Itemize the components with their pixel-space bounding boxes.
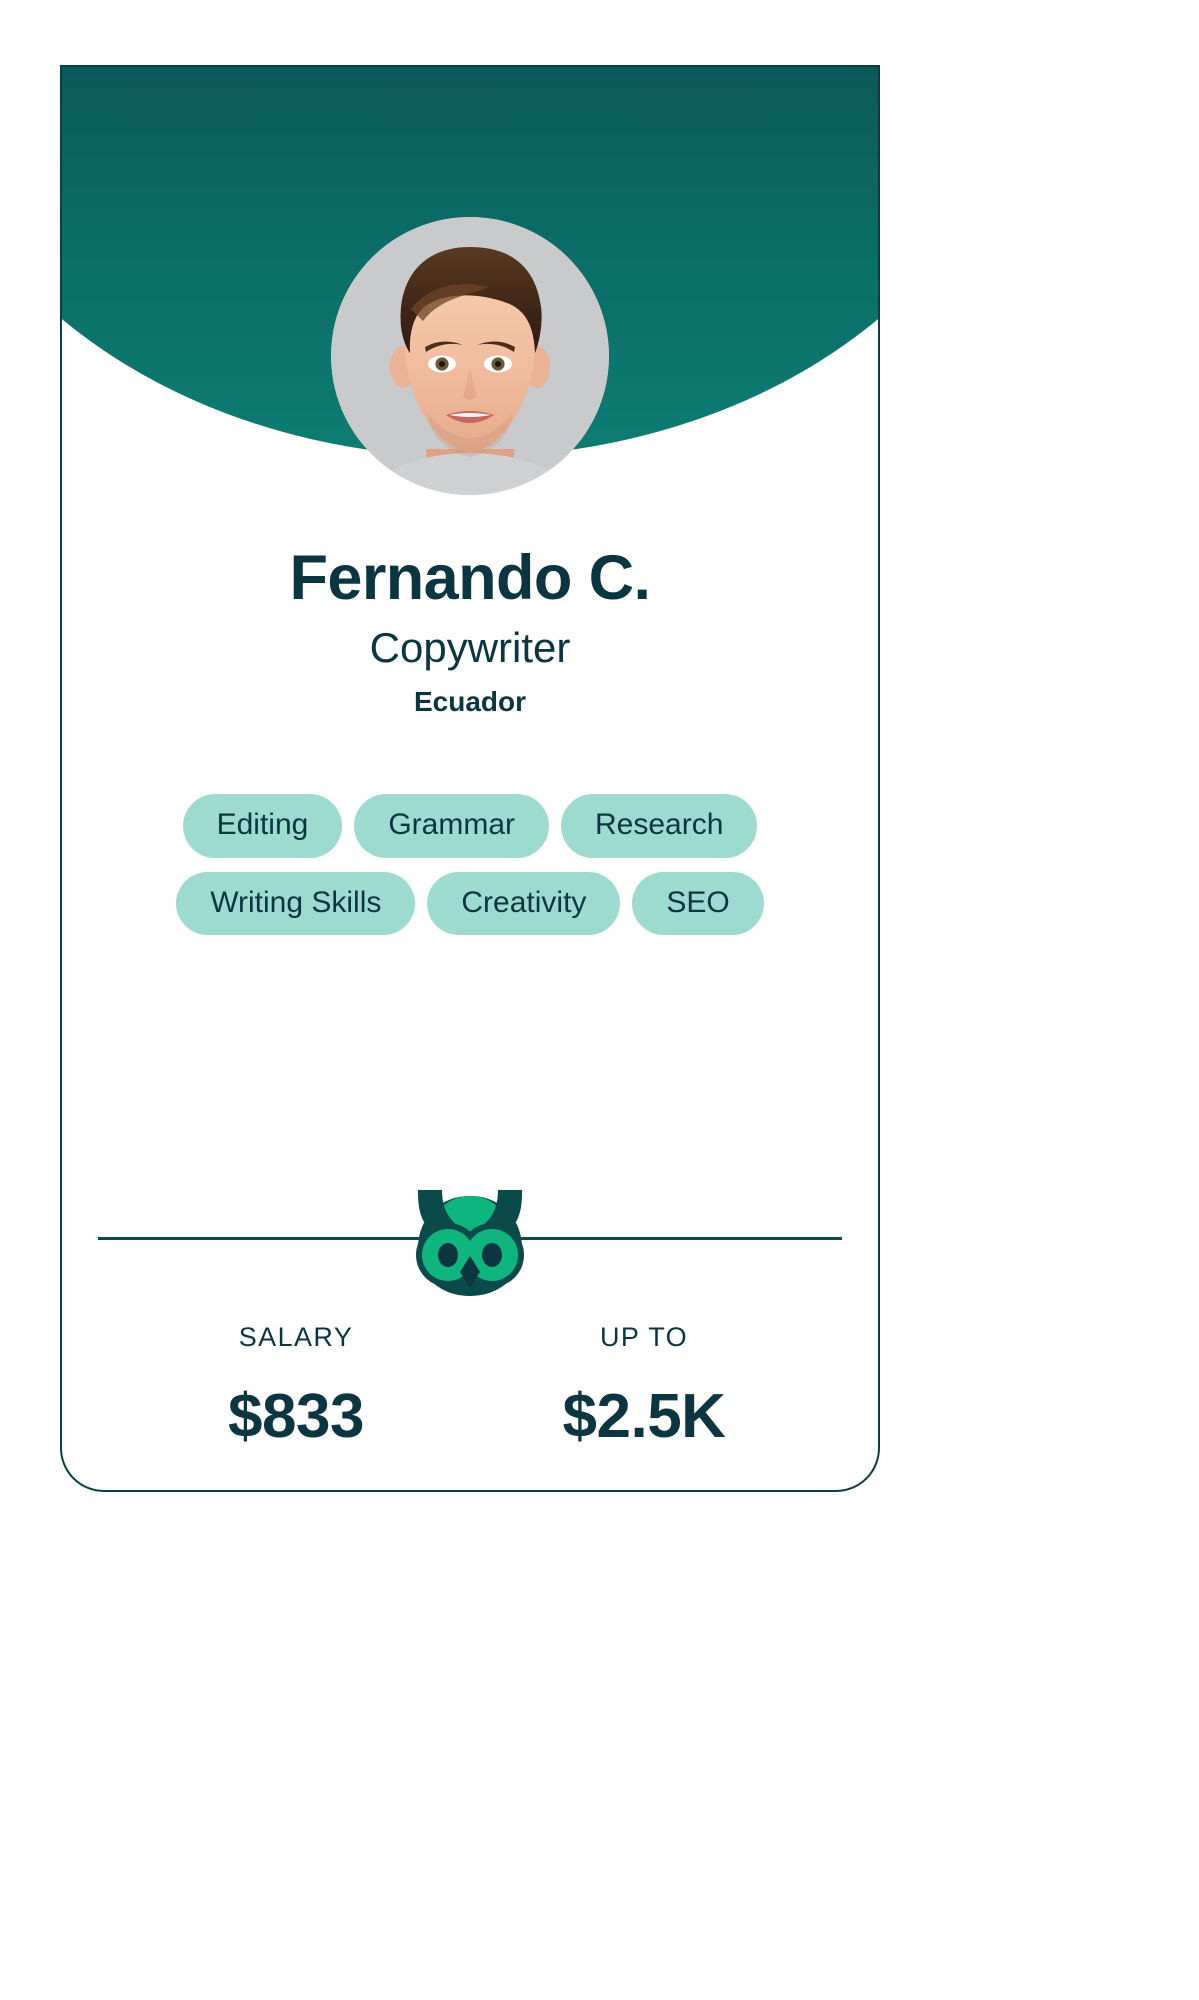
skill-pill[interactable]: Editing [182, 794, 343, 858]
person-name: Fernando C. [289, 543, 652, 613]
skill-pill[interactable]: Creativity [427, 871, 621, 935]
stat-salary: SALARY $833 [122, 1321, 470, 1452]
stats-row: SALARY $833 UP TO $2.5K [122, 1321, 818, 1452]
skill-pill[interactable]: SEO [632, 871, 764, 935]
stat-label: SALARY [238, 1322, 354, 1352]
skill-pill[interactable]: Research [561, 794, 758, 858]
person-country: Ecuador [413, 685, 527, 717]
profile-card: Fernando C. Copywriter Ecuador Editing G… [60, 65, 880, 1492]
stat-up-to: UP TO $2.5K [470, 1321, 818, 1452]
divider-with-logo [98, 1172, 842, 1302]
page-root: Fernando C. Copywriter Ecuador Editing G… [0, 0, 1199, 2000]
avatar-photo [331, 217, 609, 495]
identity-block: Fernando C. Copywriter Ecuador [62, 545, 878, 720]
person-role: Copywriter [369, 624, 571, 672]
avatar[interactable] [331, 217, 609, 495]
stat-value: $833 [228, 1382, 364, 1452]
stat-label: UP TO [599, 1322, 689, 1352]
stat-value: $2.5K [562, 1382, 726, 1452]
skill-pill[interactable]: Writing Skills [176, 871, 416, 935]
skill-pill[interactable]: Grammar [354, 794, 549, 858]
owl-icon [416, 1190, 524, 1296]
skills-list: Editing Grammar Research Writing Skills … [112, 794, 828, 935]
